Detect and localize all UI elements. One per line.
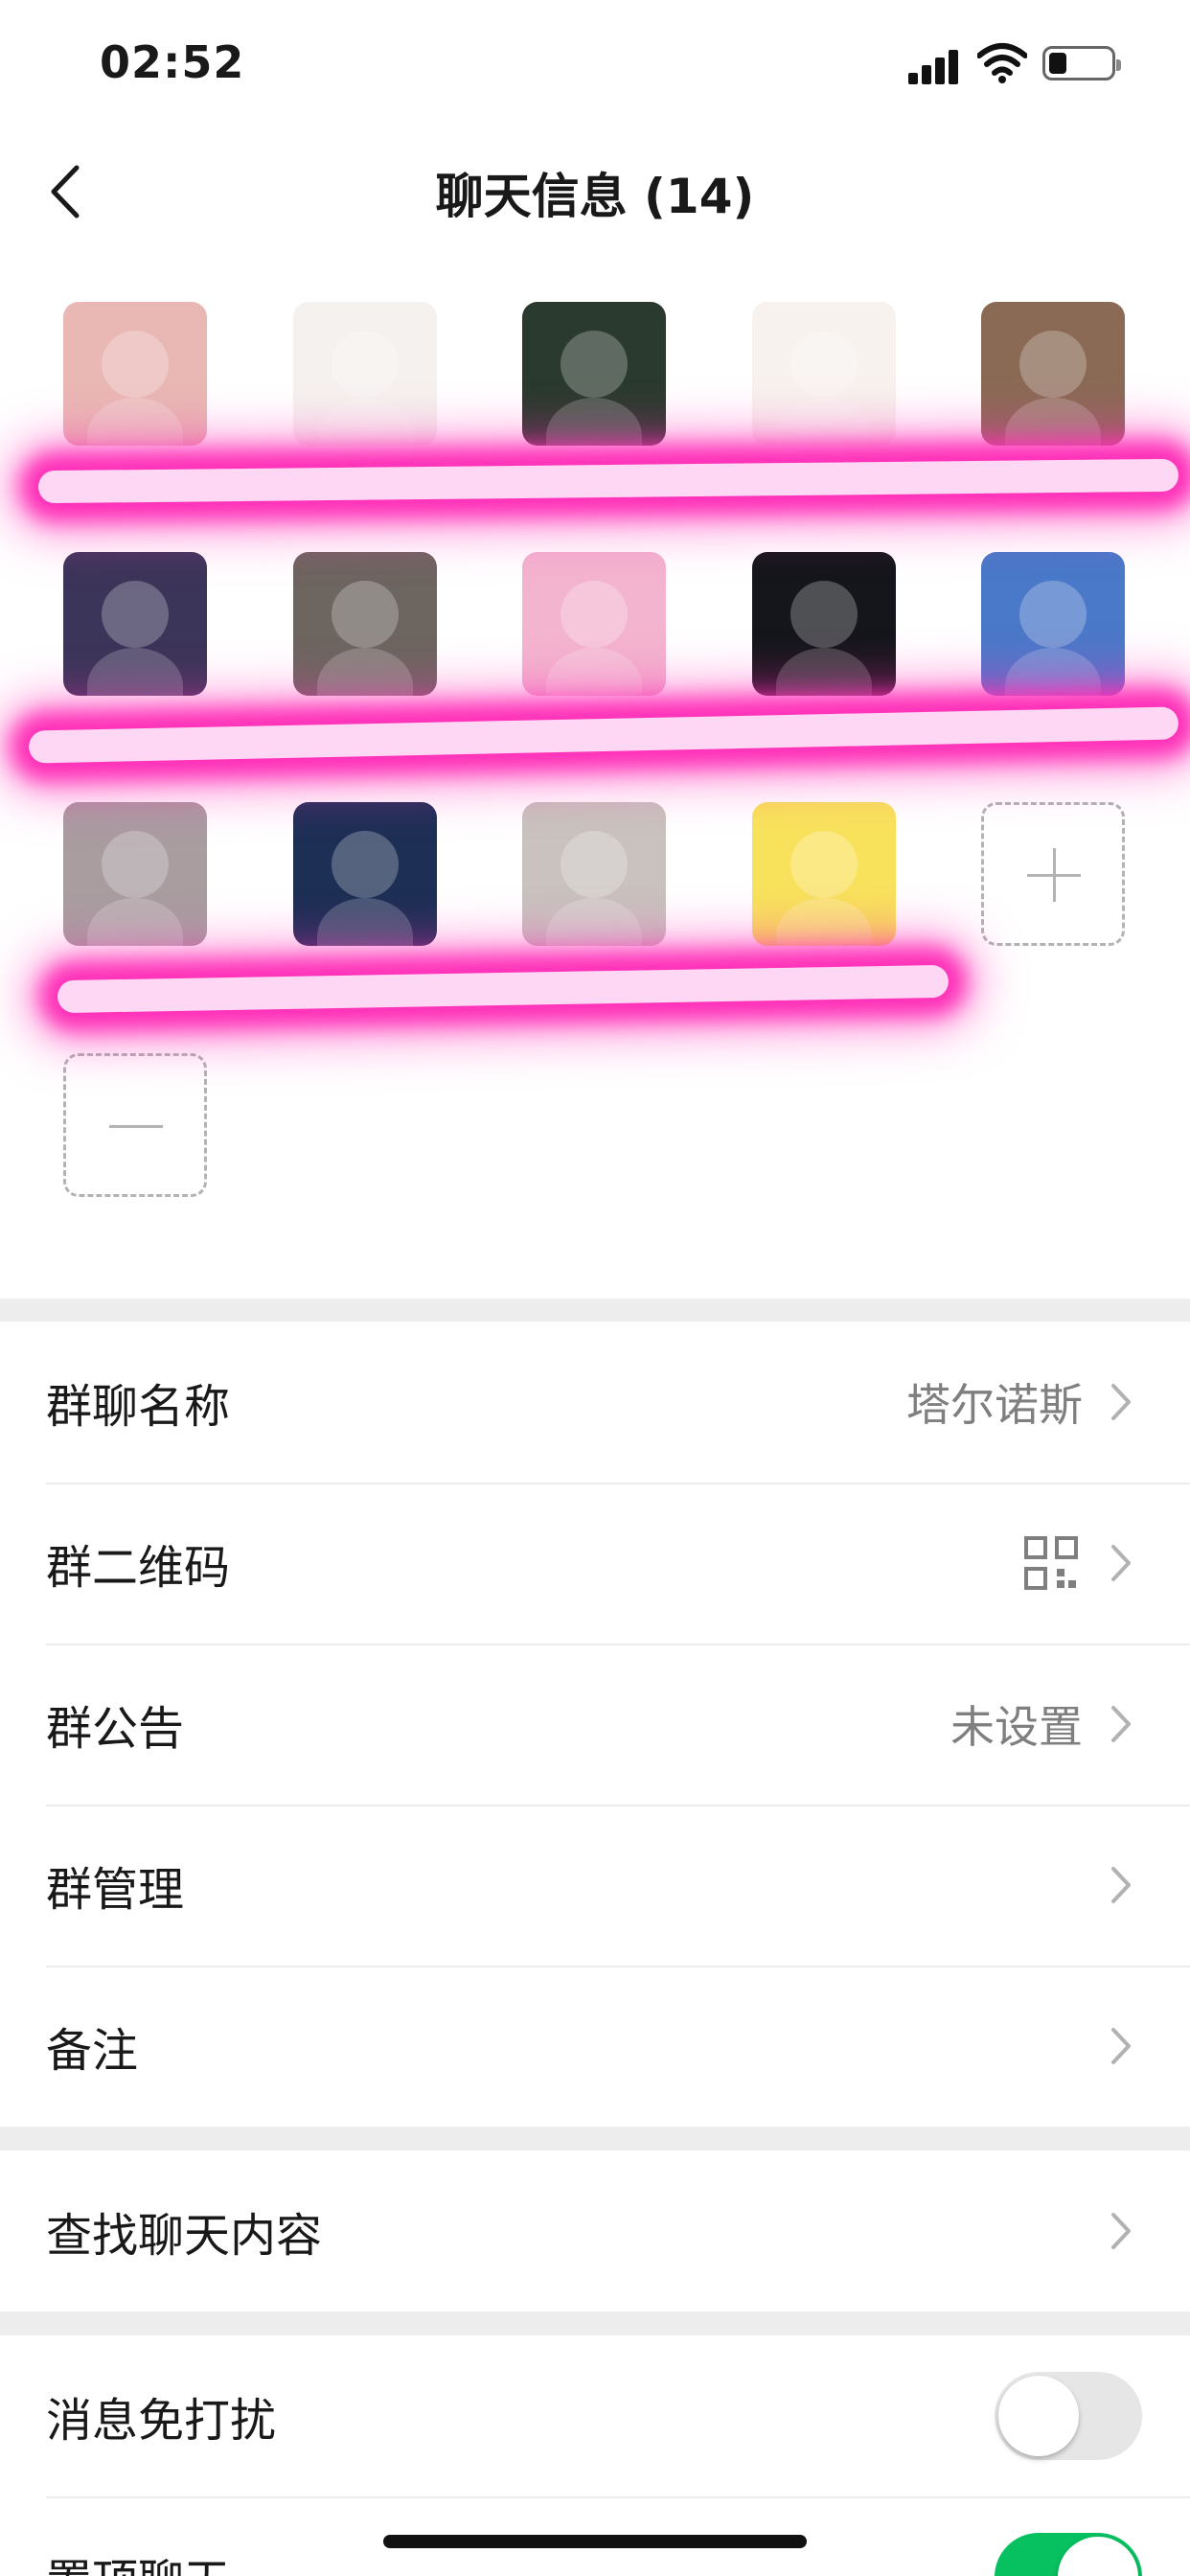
battery-icon bbox=[1042, 46, 1121, 80]
chevron-right-icon bbox=[1111, 2028, 1131, 2064]
member-avatar[interactable] bbox=[63, 802, 207, 946]
cellular-signal-icon bbox=[908, 50, 960, 84]
add-member-button[interactable] bbox=[981, 802, 1125, 946]
chevron-right-icon bbox=[1111, 2213, 1131, 2249]
status-icons bbox=[908, 42, 1129, 88]
member-avatar[interactable] bbox=[293, 802, 437, 946]
member-avatar[interactable] bbox=[522, 552, 666, 696]
member-avatar[interactable] bbox=[752, 302, 896, 446]
pin-toggle[interactable] bbox=[995, 2533, 1142, 2576]
member-avatar[interactable] bbox=[63, 552, 207, 696]
member-avatar[interactable] bbox=[522, 802, 666, 946]
status-time: 02:52 bbox=[100, 36, 245, 88]
group-name-value: 塔尔诺斯 bbox=[906, 1379, 1083, 1431]
member-avatar[interactable] bbox=[293, 302, 437, 446]
group-name-row[interactable]: 群聊名称 塔尔诺斯 bbox=[0, 1322, 1190, 1483]
chat-info-screen: 02:52 聊天信息 (14) 群聊名称 塔尔诺斯 群二维码 群公告 未设置 群… bbox=[0, 0, 1190, 2576]
nav-bar: 聊天信息 (14) bbox=[0, 129, 1190, 254]
group-settings: 群聊名称 塔尔诺斯 群二维码 群公告 未设置 群管理 备注 bbox=[0, 1322, 1190, 2127]
home-indicator bbox=[383, 2535, 807, 2548]
search-history-row[interactable]: 查找聊天内容 bbox=[0, 2150, 1190, 2312]
qr-code-icon bbox=[1024, 1536, 1078, 1590]
remark-label: 备注 bbox=[46, 2024, 139, 2078]
chevron-right-icon bbox=[1111, 1545, 1131, 1581]
member-avatar[interactable] bbox=[293, 552, 437, 696]
page-title: 聊天信息 (14) bbox=[435, 169, 755, 224]
remark-row[interactable]: 备注 bbox=[0, 1966, 1190, 2127]
mute-toggle[interactable] bbox=[995, 2372, 1142, 2460]
wifi-icon bbox=[977, 43, 1027, 83]
chevron-right-icon bbox=[1111, 1384, 1131, 1420]
group-name-label: 群聊名称 bbox=[46, 1380, 231, 1434]
announcement-row[interactable]: 群公告 未设置 bbox=[0, 1644, 1190, 1805]
member-avatar[interactable] bbox=[752, 802, 896, 946]
mute-label: 消息免打扰 bbox=[46, 2394, 277, 2448]
manage-label: 群管理 bbox=[46, 1863, 185, 1917]
search-settings: 查找聊天内容 bbox=[0, 2150, 1190, 2312]
mute-row: 消息免打扰 bbox=[0, 2335, 1190, 2496]
member-avatar[interactable] bbox=[63, 302, 207, 446]
group-qr-label: 群二维码 bbox=[46, 1541, 231, 1595]
member-avatar[interactable] bbox=[981, 302, 1125, 446]
member-avatar[interactable] bbox=[522, 302, 666, 446]
remove-member-button[interactable] bbox=[63, 1053, 207, 1197]
announcement-value: 未设置 bbox=[950, 1701, 1083, 1753]
pin-label: 置顶聊天 bbox=[46, 2543, 230, 2576]
member-avatar[interactable] bbox=[752, 552, 896, 696]
status-bar: 02:52 bbox=[0, 0, 1190, 129]
member-avatar[interactable] bbox=[981, 552, 1125, 696]
announcement-label: 群公告 bbox=[46, 1702, 185, 1756]
chevron-right-icon bbox=[1111, 1867, 1131, 1903]
chevron-right-icon bbox=[1111, 1706, 1131, 1742]
group-qr-row[interactable]: 群二维码 bbox=[0, 1483, 1190, 1644]
manage-row[interactable]: 群管理 bbox=[0, 1805, 1190, 1966]
search-history-label: 查找聊天内容 bbox=[46, 2209, 323, 2263]
